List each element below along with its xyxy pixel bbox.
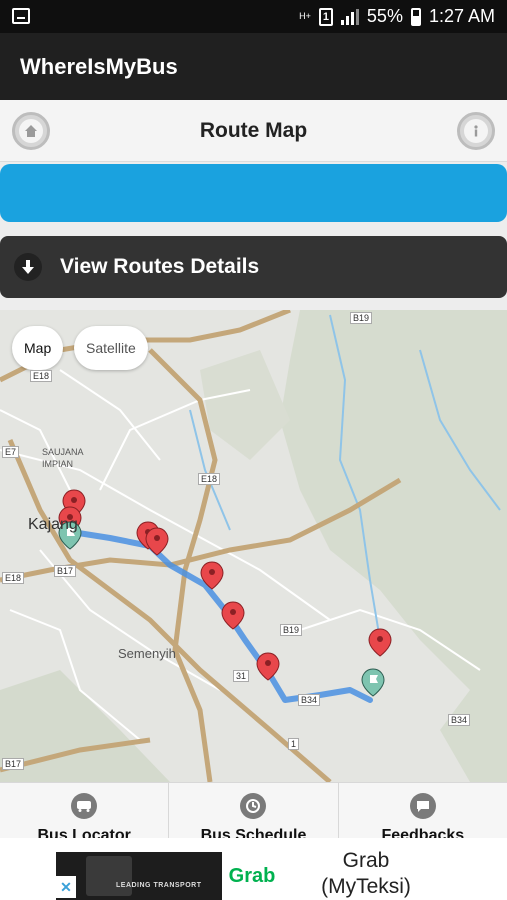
ad-close-icon[interactable]: ✕ [56,876,76,898]
road-label: B19 [350,312,373,324]
clock-icon [240,793,267,819]
signal-icon [340,8,359,25]
battery-percent: 55% [366,6,403,26]
map-pin-end [361,668,385,697]
map-canvas [0,310,507,782]
page-title: Route Map [199,119,308,142]
route-selector-bar[interactable] [0,164,507,222]
page-header: Route Map [0,100,507,162]
map-type-map-button[interactable]: Map [12,326,64,370]
nav-bus-locator[interactable]: Bus Locator [0,783,170,838]
place-label-saujana: SAUJANA IMPIAN [42,447,84,469]
road-label: B34 [448,714,471,726]
nav-bus-schedule[interactable]: Bus Schedule [169,783,339,838]
road-label: E18 [198,473,221,485]
route-map[interactable]: Map Satellite Kajang Semenyih SAUJANA IM… [0,310,507,782]
nav-feedbacks-label: Feedbacks [381,827,465,838]
nav-bus-locator-label: Bus Locator [37,827,131,838]
place-label-kajang: Kajang [28,516,78,533]
app-bar: WhereIsMyBus [0,33,507,100]
map-pin [368,628,392,657]
grab-logo: Grab [222,852,282,900]
arrow-down-icon [14,253,42,281]
network-type-indicator: H+ [299,11,311,21]
map-pin [256,652,280,681]
road-label: B34 [298,694,321,706]
map-pin [145,527,169,556]
ad-banner-text: LEADING TRANSPORT [116,882,202,889]
bottom-navigation: Bus Locator Bus Schedule Feedbacks [0,782,507,838]
clock-time: 1:27 AM [428,6,495,26]
chat-icon [409,793,436,819]
road-label: B17 [54,565,77,577]
road-label: 31 [233,670,250,682]
sim-icon: 1 [318,7,333,26]
app-title: WhereIsMyBus [20,54,178,79]
battery-icon [410,7,421,26]
ad-title-line1: Grab [342,849,390,872]
info-button[interactable] [457,112,495,150]
bus-icon [71,793,98,819]
map-type-satellite-button[interactable]: Satellite [74,326,148,370]
notification-icon [12,8,30,24]
nav-bus-schedule-label: Bus Schedule [200,827,307,838]
status-bar: H+ 1 55% 1:27 AM [0,0,507,33]
view-routes-details-button[interactable]: View Routes Details [0,236,507,298]
road-label: B19 [280,624,303,636]
info-icon [474,125,478,137]
map-pin [221,601,245,630]
view-routes-details-label: View Routes Details [60,255,260,278]
ad-title: Grab (MyTeksi) [296,848,436,900]
road-label: 1 [288,738,300,750]
ad-image[interactable]: LEADING TRANSPORT Grab [56,852,282,900]
phone-graphic [86,856,132,896]
nav-feedbacks[interactable]: Feedbacks [339,783,507,838]
road-label: E7 [2,446,20,458]
ad-title-line2: (MyTeksi) [321,875,411,898]
road-label: E18 [30,370,53,382]
road-label: E18 [2,572,25,584]
ad-banner[interactable]: LEADING TRANSPORT Grab ✕ Grab (MyTeksi) [0,838,507,900]
road-label: B17 [2,758,25,770]
place-label-semenyih: Semenyih [118,646,176,661]
